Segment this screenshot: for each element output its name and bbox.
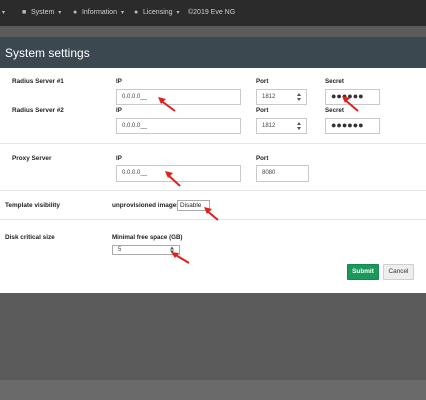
annotation-arrow-proxy-ip [165, 171, 181, 187]
annotation-arrow-disk [171, 252, 190, 264]
annotation-arrow-secret [342, 96, 359, 112]
annotation-arrow-ip [158, 97, 176, 112]
annotation-arrows [158, 96, 359, 264]
bottom-band [0, 380, 426, 400]
annotation-arrow-template-visibility [204, 207, 219, 221]
